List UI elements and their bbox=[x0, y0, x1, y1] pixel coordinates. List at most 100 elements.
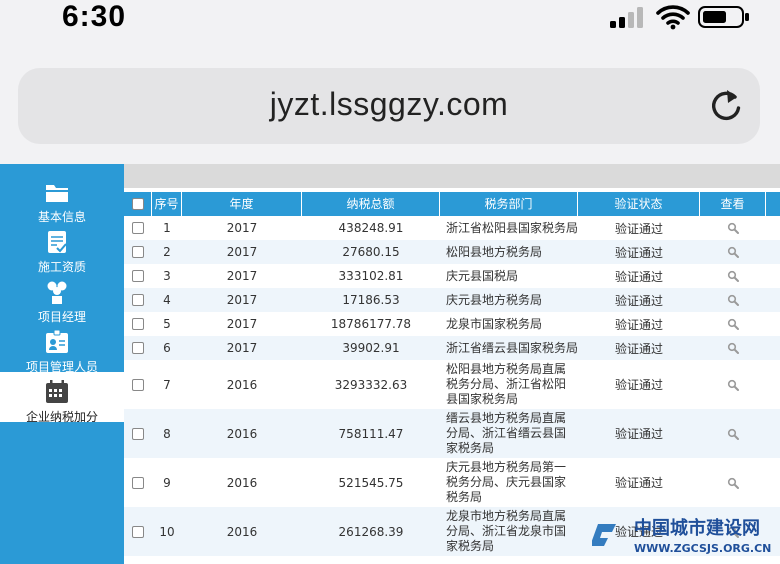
cell-year: 2017 bbox=[226, 221, 258, 235]
cell-view bbox=[700, 240, 766, 264]
cell-tax-dept: 松阳县地方税务局直属 税务分局、浙江省松阳 县国家税务局 bbox=[446, 362, 567, 406]
sidebar-item-qualification[interactable]: 施工资质 bbox=[0, 222, 124, 274]
cell-view bbox=[700, 288, 766, 312]
cell-tax-total: 18786177.78 bbox=[330, 317, 412, 331]
magnifier-icon[interactable] bbox=[727, 477, 739, 489]
cellular-signal-icon bbox=[610, 6, 648, 28]
row-checkbox[interactable] bbox=[132, 342, 144, 354]
cell-year: 2016 bbox=[226, 426, 258, 441]
cell-select bbox=[124, 312, 152, 336]
cell-select bbox=[124, 360, 152, 409]
row-checkbox[interactable] bbox=[132, 270, 144, 282]
sidebar-item-project-staff[interactable]: 项目管理人员 bbox=[0, 322, 124, 374]
cell-status: 验证通过 bbox=[614, 221, 663, 236]
table-row: 1 2017 438248.91 浙江省松阳县国家税务局 验证通过 bbox=[124, 216, 780, 240]
people-icon bbox=[47, 281, 67, 304]
cell-select bbox=[124, 240, 152, 264]
cell-tax-dept: 松阳县地方税务局 bbox=[446, 244, 543, 259]
cell-seq: 3 bbox=[163, 269, 171, 283]
cell-seq: 6 bbox=[163, 341, 171, 355]
cell-select bbox=[124, 288, 152, 312]
magnifier-icon[interactable] bbox=[727, 318, 739, 330]
sidebar-nav: 基本信息 施工资质 项目经理 项目管理人员 企业纳税加分 bbox=[0, 164, 124, 564]
table-row: 4 2017 17186.53 庆元县地方税务局 验证通过 bbox=[124, 288, 780, 312]
row-checkbox[interactable] bbox=[132, 525, 144, 538]
cell-tax-dept: 龙泉市国家税务局 bbox=[446, 316, 543, 331]
row-checkbox[interactable] bbox=[132, 294, 144, 306]
cell-select bbox=[124, 507, 152, 556]
cell-seq: 2 bbox=[163, 245, 171, 259]
cell-view bbox=[700, 264, 766, 288]
header-view: 查看 bbox=[700, 192, 766, 216]
cell-tax-total: 261268.39 bbox=[338, 524, 404, 539]
cell-year: 2017 bbox=[226, 341, 258, 355]
cell-seq: 9 bbox=[163, 475, 171, 490]
cell-view bbox=[700, 216, 766, 240]
cell-tax-dept: 庆元县地方税务局 bbox=[446, 292, 543, 307]
cell-view bbox=[700, 336, 766, 360]
cell-seq: 8 bbox=[163, 426, 171, 441]
cell-year: 2016 bbox=[226, 475, 258, 490]
cell-view bbox=[700, 312, 766, 336]
table-row: 7 2016 3293332.63 松阳县地方税务局直属 税务分局、浙江省松阳 县国家税务… bbox=[124, 360, 780, 409]
magnifier-icon[interactable] bbox=[727, 294, 739, 306]
page-header-bar bbox=[124, 164, 780, 188]
row-checkbox[interactable] bbox=[132, 476, 144, 489]
reload-icon[interactable] bbox=[706, 86, 746, 126]
cell-tax-dept: 庆元县地方税务局第一 税务分局、庆元县国家 税务局 bbox=[446, 460, 567, 504]
cell-status: 验证通过 bbox=[614, 476, 663, 490]
cell-tax-dept: 浙江省松阳县国家税务局 bbox=[446, 220, 579, 235]
cell-select bbox=[124, 216, 152, 240]
header-year: 年度 bbox=[182, 192, 302, 216]
status-time: 6:30 bbox=[62, 0, 127, 33]
calendar-icon bbox=[46, 380, 68, 403]
web-page: 基本信息 施工资质 项目经理 项目管理人员 企业纳税加分 序号 年度 纳税总额 … bbox=[0, 164, 780, 564]
cell-year: 2016 bbox=[226, 524, 258, 539]
cell-select bbox=[124, 409, 152, 458]
header-tax-total: 纳税总额 bbox=[302, 192, 440, 216]
table-row: 2 2017 27680.15 松阳县地方税务局 验证通过 bbox=[124, 240, 780, 264]
cell-status: 验证通过 bbox=[614, 341, 663, 356]
cell-year: 2017 bbox=[226, 293, 258, 307]
cell-seq: 1 bbox=[163, 221, 171, 235]
battery-icon bbox=[698, 6, 749, 28]
row-checkbox[interactable] bbox=[132, 222, 144, 234]
sidebar-item-basic-info[interactable]: 基本信息 bbox=[0, 172, 124, 224]
select-all-checkbox[interactable] bbox=[131, 198, 144, 210]
row-checkbox[interactable] bbox=[132, 427, 144, 440]
cell-seq: 7 bbox=[163, 377, 171, 392]
cell-view bbox=[700, 409, 766, 458]
magnifier-icon[interactable] bbox=[727, 428, 739, 440]
cell-year: 2017 bbox=[226, 245, 258, 259]
table-row: 9 2016 521545.75 庆元县地方税务局第一 税务分局、庆元县国家 税务局 验证通… bbox=[124, 458, 780, 507]
clipboard-check-icon bbox=[48, 231, 67, 253]
magnifier-icon[interactable] bbox=[727, 270, 739, 282]
cell-view bbox=[700, 360, 766, 409]
cell-tax-total: 438248.91 bbox=[338, 221, 404, 235]
watermark-logo: 中国城市建设网 WWW.ZGCSJS.ORG.CN bbox=[592, 517, 771, 555]
magnifier-icon[interactable] bbox=[727, 222, 739, 234]
sidebar-item-project-manager[interactable]: 项目经理 bbox=[0, 272, 124, 324]
cell-select bbox=[124, 264, 152, 288]
cell-tax-total: 521545.75 bbox=[338, 475, 404, 490]
cell-tax-total: 39902.91 bbox=[342, 341, 400, 355]
watermark-url: WWW.ZGCSJS.ORG.CN bbox=[634, 542, 771, 555]
header-tax-dept: 税务部门 bbox=[440, 192, 578, 216]
cell-seq: 10 bbox=[159, 524, 175, 539]
cell-status: 验证通过 bbox=[614, 269, 663, 284]
row-checkbox[interactable] bbox=[132, 318, 144, 330]
address-bar[interactable]: jyzt.lssggzy.com bbox=[18, 68, 760, 144]
magnifier-icon[interactable] bbox=[727, 379, 739, 391]
row-checkbox[interactable] bbox=[132, 378, 144, 391]
sidebar-item-label: 企业纳税加分 bbox=[25, 410, 98, 424]
row-checkbox[interactable] bbox=[132, 246, 144, 258]
sidebar-item-tax-bonus[interactable]: 企业纳税加分 bbox=[0, 372, 124, 424]
status-bar: 6:30 bbox=[0, 0, 780, 40]
cell-select bbox=[124, 458, 152, 507]
magnifier-icon[interactable] bbox=[727, 246, 739, 258]
url-text[interactable]: jyzt.lssggzy.com bbox=[18, 86, 760, 123]
table-header: 序号 年度 纳税总额 税务部门 验证状态 查看 bbox=[124, 192, 780, 216]
table-row: 3 2017 333102.81 庆元县国税局 验证通过 bbox=[124, 264, 780, 288]
cell-status: 验证通过 bbox=[614, 293, 663, 308]
magnifier-icon[interactable] bbox=[727, 342, 739, 354]
